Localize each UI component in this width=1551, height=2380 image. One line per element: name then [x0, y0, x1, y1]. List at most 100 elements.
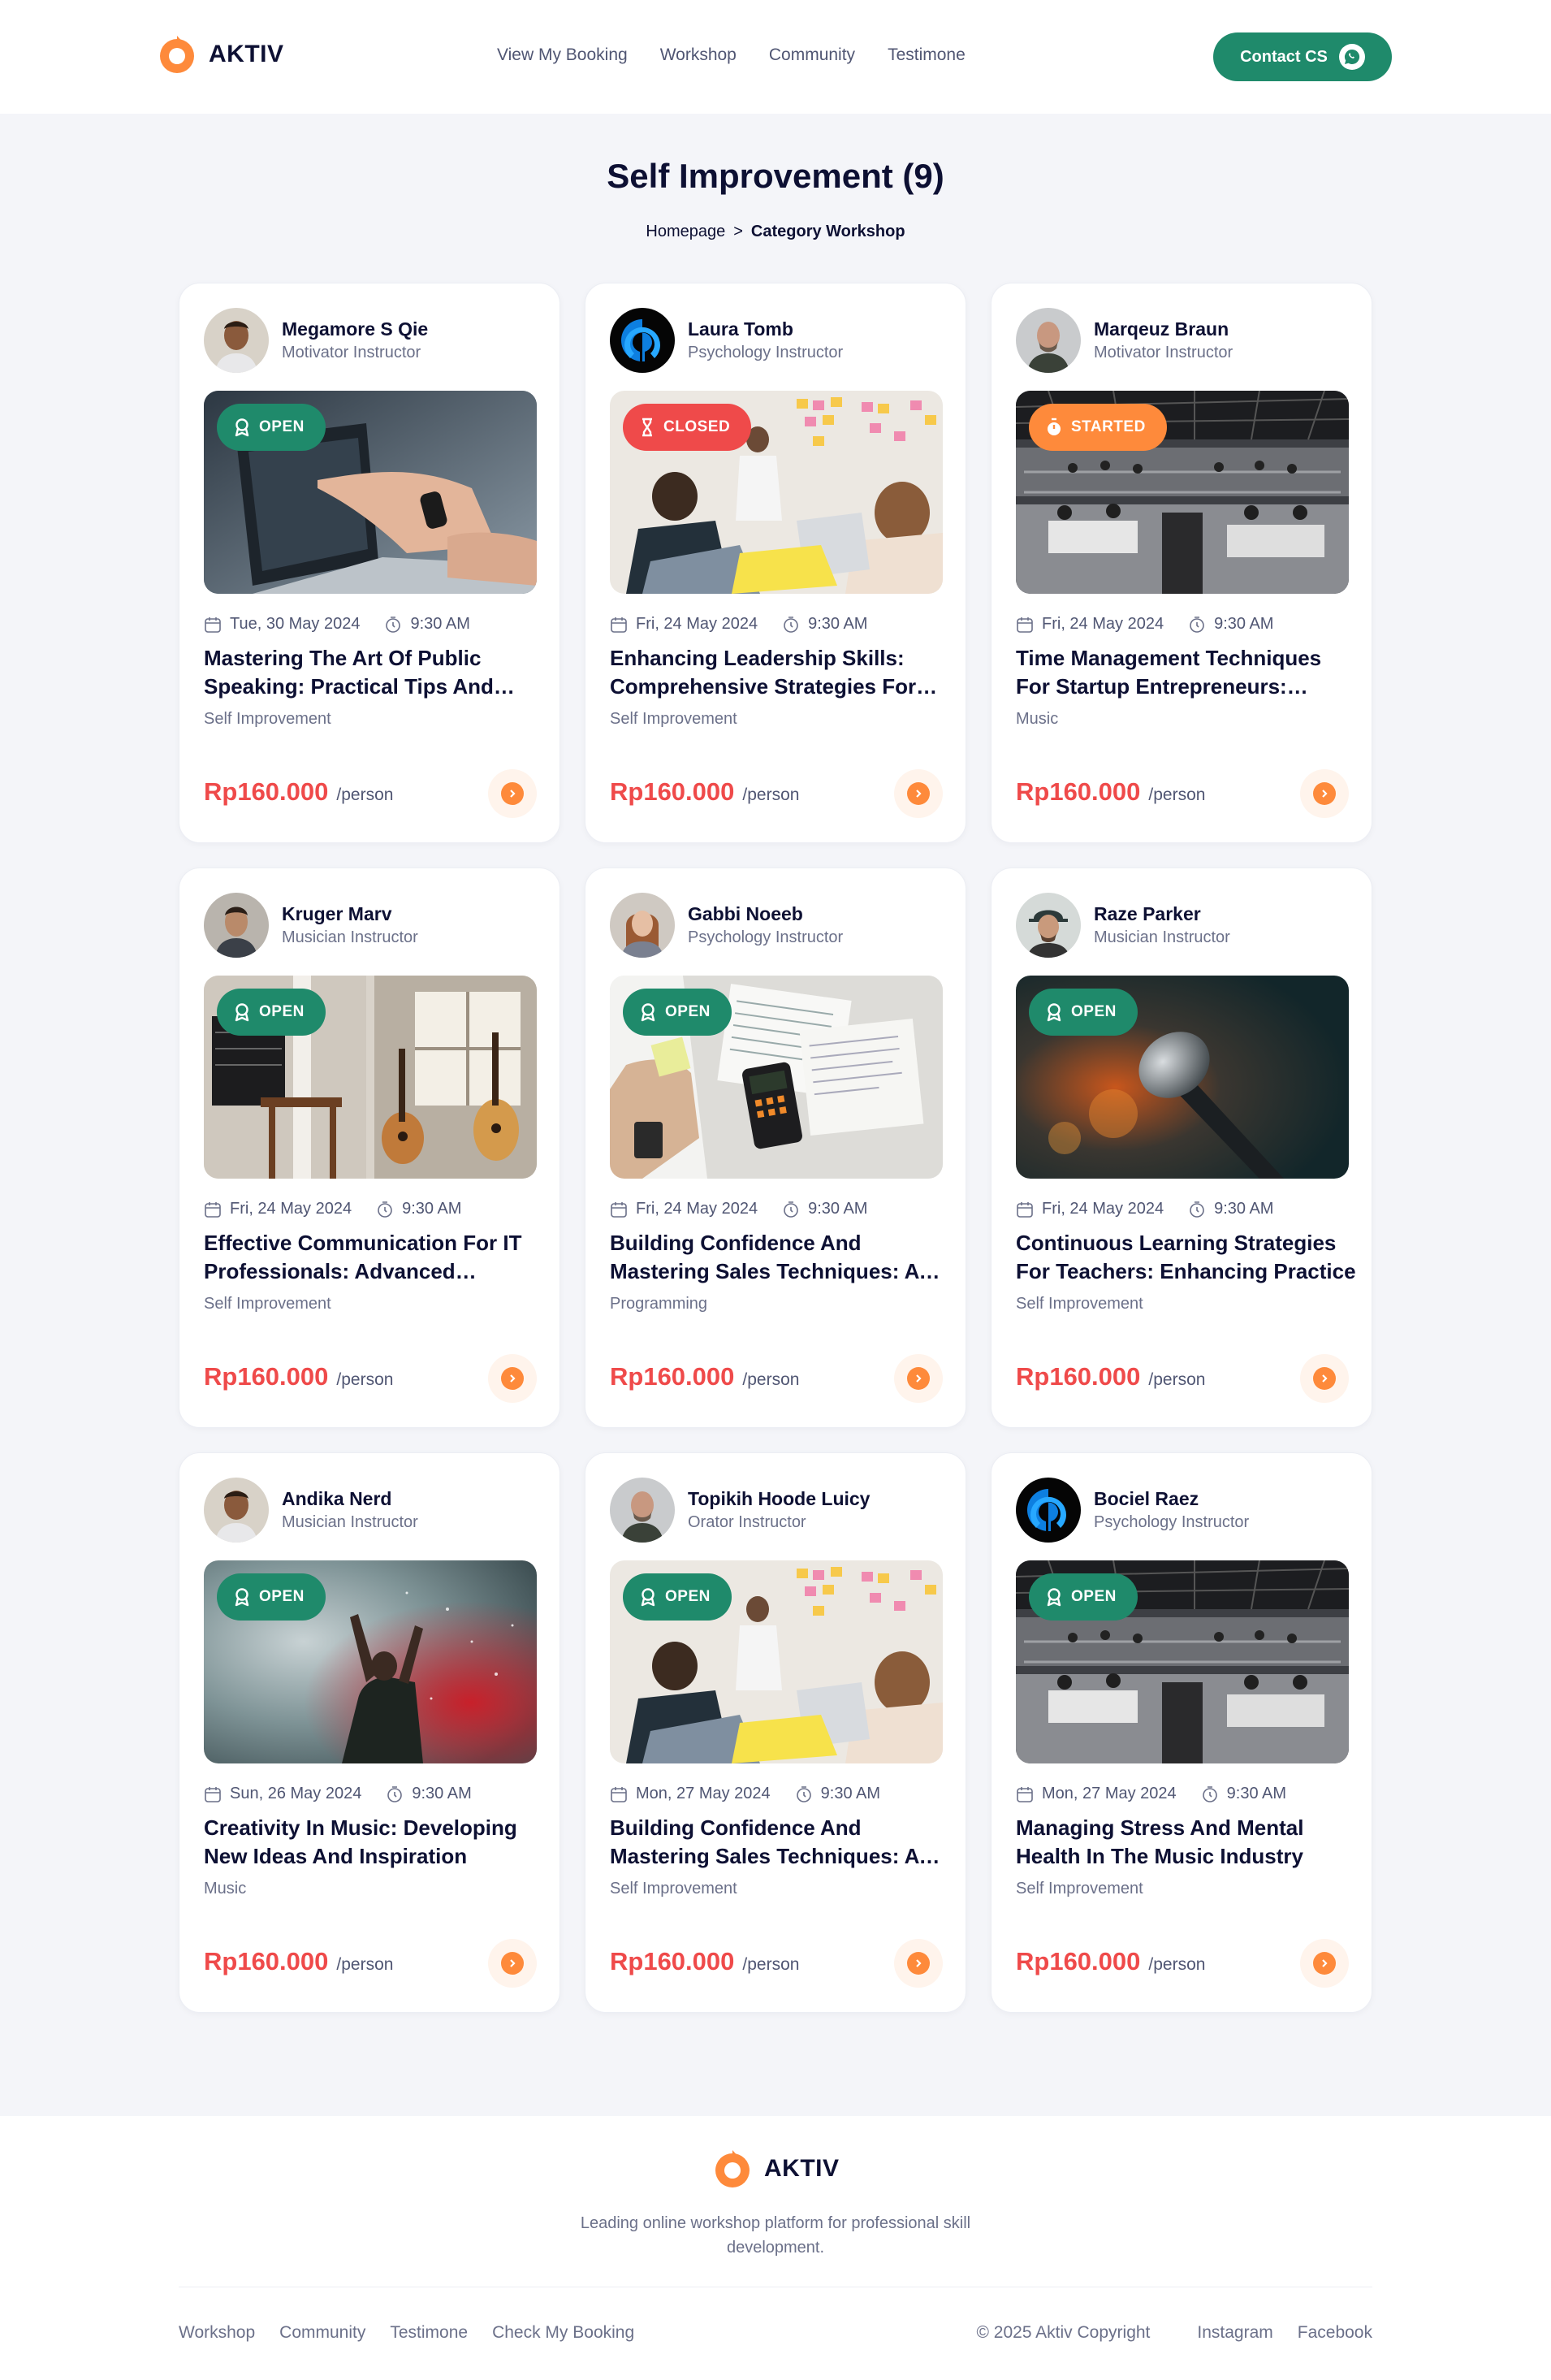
view-details-button[interactable]	[488, 769, 537, 818]
workshop-title[interactable]: Managing Stress And Mental Health In The…	[1016, 1814, 1357, 1871]
aktiv-logo-icon	[160, 36, 194, 73]
view-details-button[interactable]	[894, 769, 943, 818]
whatsapp-icon	[1338, 44, 1365, 70]
instructor-name: Kruger Marv	[282, 903, 392, 924]
workshop-title[interactable]: Creativity In Music: Developing New Idea…	[204, 1814, 545, 1871]
view-details-button[interactable]	[1300, 1939, 1349, 1988]
footer-link-workshop[interactable]: Workshop	[179, 2323, 255, 2343]
workshop-card[interactable]: Laura Tomb Psychology Instructor CLOSED …	[585, 283, 966, 843]
nav-testimone[interactable]: Testimone	[888, 45, 966, 65]
top-navbar: AKTIV View My Booking Workshop Community…	[0, 0, 1551, 114]
workshop-price: Rp160.000	[610, 1947, 735, 1975]
nav-community[interactable]: Community	[769, 45, 855, 65]
brand-name: AKTIV	[209, 41, 284, 67]
workshop-price: Rp160.000	[1016, 777, 1141, 806]
clock-icon	[1202, 1785, 1217, 1802]
workshop-thumbnail: OPEN	[204, 1560, 537, 1763]
workshop-title[interactable]: Building Confidence And Mastering Sales …	[610, 1814, 951, 1871]
contact-cs-button[interactable]: Contact CS	[1213, 32, 1392, 81]
calendar-icon	[611, 617, 627, 633]
view-details-button[interactable]	[488, 1939, 537, 1988]
workshop-thumbnail: OPEN	[1016, 976, 1349, 1179]
social-link-facebook[interactable]: Facebook	[1298, 2323, 1372, 2343]
workshop-date: Fri, 24 May 2024	[636, 615, 758, 633]
instructor-info: Andika Nerd Musician Instructor	[204, 1478, 418, 1543]
award-icon	[235, 418, 249, 437]
workshop-category: Programming	[610, 1295, 708, 1313]
status-badge: OPEN	[1029, 1573, 1138, 1621]
footer-meta: © 2025 Aktiv Copyright Instagram Faceboo…	[976, 2323, 1372, 2343]
timer-icon	[1048, 418, 1061, 435]
instructor-avatar	[1016, 308, 1081, 373]
workshop-card[interactable]: Marqeuz Braun Motivator Instructor START…	[991, 283, 1372, 843]
view-details-button[interactable]	[1300, 769, 1349, 818]
price-unit: /person	[336, 1955, 394, 1974]
workshop-card[interactable]: Gabbi Noeeb Psychology Instructor OPEN F…	[585, 868, 966, 1428]
hourglass-icon	[642, 418, 652, 437]
workshop-category: Self Improvement	[204, 710, 331, 728]
price-row: Rp160.000 /person	[610, 777, 799, 807]
workshop-card[interactable]: Kruger Marv Musician Instructor OPEN Fri…	[179, 868, 560, 1428]
schedule: Mon, 27 May 2024 9:30 AM	[1016, 1785, 1286, 1803]
workshop-thumbnail: OPEN	[610, 976, 943, 1179]
footer-tagline: Leading online workshop platform for pro…	[580, 2214, 971, 2257]
schedule: Fri, 24 May 2024 9:30 AM	[610, 615, 867, 634]
workshop-title[interactable]: Continuous Learning Strategies For Teach…	[1016, 1229, 1357, 1286]
instructor-name: Andika Nerd	[282, 1488, 392, 1509]
price-unit: /person	[1148, 1955, 1206, 1974]
instructor-name: Gabbi Noeeb	[688, 903, 803, 924]
calendar-icon	[205, 1786, 221, 1802]
clock-icon	[796, 1785, 811, 1802]
schedule: Fri, 24 May 2024 9:30 AM	[1016, 1200, 1273, 1218]
calendar-icon	[611, 1786, 627, 1802]
workshop-title[interactable]: Mastering The Art Of Public Speaking: Pr…	[204, 644, 545, 701]
nav-view-my-booking[interactable]: View My Booking	[497, 45, 628, 65]
workshop-time: 9:30 AM	[1226, 1785, 1287, 1802]
status-label: OPEN	[259, 1003, 305, 1020]
brand-name: AKTIV	[764, 2155, 840, 2182]
schedule: Fri, 24 May 2024 9:30 AM	[204, 1200, 461, 1218]
nav-workshop[interactable]: Workshop	[660, 45, 737, 65]
breadcrumb-home[interactable]: Homepage	[646, 223, 725, 240]
price-unit: /person	[336, 1370, 394, 1389]
main-nav: View My Booking Workshop Community Testi…	[497, 45, 966, 65]
workshop-category: Self Improvement	[610, 710, 737, 728]
award-icon	[1047, 1588, 1061, 1607]
footer-link-testimone[interactable]: Testimone	[390, 2323, 468, 2343]
brand-logo[interactable]: AKTIV	[157, 34, 284, 75]
view-details-button[interactable]	[1300, 1354, 1349, 1403]
instructor-role: Motivator Instructor	[282, 344, 421, 361]
workshop-title[interactable]: Enhancing Leadership Skills: Comprehensi…	[610, 644, 951, 701]
schedule: Sun, 26 May 2024 9:30 AM	[204, 1785, 472, 1803]
workshop-card[interactable]: Bociel Raez Psychology Instructor OPEN M…	[991, 1452, 1372, 2013]
workshop-date: Fri, 24 May 2024	[1042, 615, 1164, 633]
workshop-card[interactable]: Andika Nerd Musician Instructor OPEN Sun…	[179, 1452, 560, 2013]
price-row: Rp160.000 /person	[1016, 1362, 1205, 1391]
view-details-button[interactable]	[488, 1354, 537, 1403]
instructor-name: Laura Tomb	[688, 318, 793, 340]
workshop-title[interactable]: Building Confidence And Mastering Sales …	[610, 1229, 951, 1286]
view-details-button[interactable]	[894, 1354, 943, 1403]
footer-logo[interactable]: AKTIV	[712, 2148, 840, 2189]
instructor-name: Marqeuz Braun	[1094, 318, 1229, 340]
view-details-button[interactable]	[894, 1939, 943, 1988]
status-label: CLOSED	[663, 418, 731, 435]
price-unit: /person	[1148, 1370, 1206, 1389]
footer-link-community[interactable]: Community	[279, 2323, 365, 2343]
status-label: OPEN	[1071, 1588, 1117, 1605]
instructor-avatar	[610, 893, 675, 958]
instructor-info: Marqeuz Braun Motivator Instructor	[1016, 308, 1233, 373]
workshop-card[interactable]: Megamore S Qie Motivator Instructor OPEN	[179, 283, 560, 843]
price-unit: /person	[742, 785, 800, 804]
instructor-role: Psychology Instructor	[688, 344, 844, 361]
footer-link-check-my-booking[interactable]: Check My Booking	[492, 2323, 634, 2343]
award-icon	[641, 1588, 655, 1607]
clock-icon	[386, 616, 401, 633]
social-link-instagram[interactable]: Instagram	[1197, 2323, 1272, 2343]
workshop-card[interactable]: Raze Parker Musician Instructor OPEN Fri…	[991, 868, 1372, 1428]
workshop-title[interactable]: Effective Communication For IT Professio…	[204, 1229, 545, 1286]
price-unit: /person	[336, 785, 394, 804]
workshop-title[interactable]: Time Management Techniques For Startup E…	[1016, 644, 1357, 701]
calendar-icon	[1017, 617, 1033, 633]
workshop-card[interactable]: Topikih Hoode Luicy Orator Instructor OP…	[585, 1452, 966, 2013]
